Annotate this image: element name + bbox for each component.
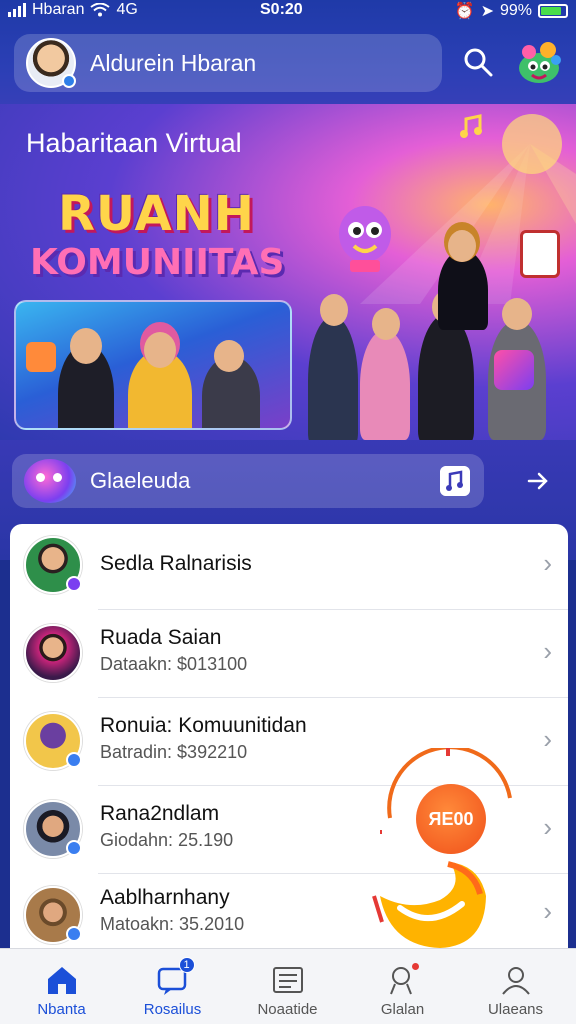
list-item-title: Rana2ndlam [100,802,220,825]
nav-label: Nbanta [37,1001,86,1018]
news-icon [270,963,306,997]
groups-label: Glaeleuda [90,468,191,493]
groups-icon [24,459,76,503]
chat-icon: 1 [155,957,195,997]
nav-label: Ulaeans [487,1001,544,1018]
list-item-subtitle: Batradin: $392210 [100,742,248,762]
verified-badge-icon [62,74,76,88]
signal-icon [8,3,26,17]
list-item[interactable]: Ruada Saian Dataakn: $013100 › [10,610,568,698]
status-bar: Hbaran 4G S0:20 ⏰ ➤ 99% [0,0,576,22]
groups-bar[interactable]: Glaeleuda [12,454,484,508]
coin-badge[interactable]: ЯE00 [416,784,486,854]
status-badge [66,840,82,856]
avatar[interactable] [26,38,76,88]
banner-logo-line-1: RUANH [58,186,255,242]
status-badge [66,926,82,942]
alarm-icon: ⏰ [454,3,475,20]
hero-banner[interactable]: Habaritaan Virtual RUANH KOMUNIITAS [0,104,576,440]
status-right: ⏰ ➤ 99% [455,1,568,21]
nav-label: Rosailus [143,1001,202,1018]
nav-item-news[interactable]: Noaatide [230,949,345,1024]
network-type: 4G [116,1,138,18]
avatar [24,712,82,770]
list-item[interactable]: Sedla Ralnarisis › [10,524,568,610]
avatar [24,536,82,594]
status-left: Hbaran 4G [8,1,138,19]
music-note-badge-icon[interactable] [440,466,470,496]
banner-logo-line-2: KOMUNIITAS [30,242,285,283]
avatar [24,800,82,858]
nav-label: Noaatide [257,1001,318,1018]
mascot-icon [519,42,561,83]
bottom-nav: Nbanta 1 Rosailus Noaatide Glalan Ulaean… [0,948,576,1024]
profile-name: Aldurein Hbaran [90,49,257,76]
home-icon [44,963,80,997]
avatar [24,886,82,944]
music-note-icon [460,114,482,138]
avatar [24,624,82,682]
list-item-subtitle: Matoakn: 35.2010 [100,914,245,934]
chevron-right-icon: › [543,548,552,578]
notification-badge: 1 [178,957,195,973]
smile-mascot-icon [372,861,486,948]
location-arrow-icon: ➤ [480,3,494,20]
banner-title: Habaritaan Virtual [26,128,242,158]
nav-item-location[interactable]: Glalan [345,949,460,1024]
list-item-subtitle: Giodahn: 25.190 [100,830,234,850]
chevron-right-icon: › [543,636,552,666]
list-item-title: Ruada Saian [100,626,222,649]
mascot-button[interactable] [514,38,564,88]
wifi-icon [90,3,111,17]
list-item-subtitle: Dataakn: $013100 [100,654,248,674]
list-item-title: Ronuia: Komuunitidan [100,714,307,737]
carrier-name: Hbaran [32,1,85,18]
notification-dot [411,963,419,970]
chevron-right-icon: › [543,812,552,842]
battery-icon [538,4,568,18]
chevron-right-icon: › [543,896,552,926]
chevron-right-icon: › [543,724,552,754]
list-item-title: Sedla Ralnarisis [100,552,252,575]
profile-icon [498,963,534,997]
search-icon [464,48,493,77]
arrow-right-icon[interactable] [520,464,556,498]
status-badge [66,576,82,592]
banner-photo-community [298,190,576,440]
nav-item-chat[interactable]: 1 Rosailus [115,949,230,1024]
battery-percent: 99% [499,2,532,19]
location-icon [385,963,421,997]
list-item-title: Aablharnhany [100,886,230,909]
search-button[interactable] [458,42,498,82]
coin-label: ЯE00 [428,808,474,829]
profile-pill[interactable]: Aldurein Hbaran [14,34,442,92]
banner-photo-karaoke [14,300,292,430]
status-time: S0:20 [260,1,303,18]
nav-item-profile[interactable]: Ulaeans [458,949,573,1024]
status-badge [66,752,82,768]
nav-label: Glalan [380,1001,425,1018]
nav-item-home[interactable]: Nbanta [4,949,119,1024]
